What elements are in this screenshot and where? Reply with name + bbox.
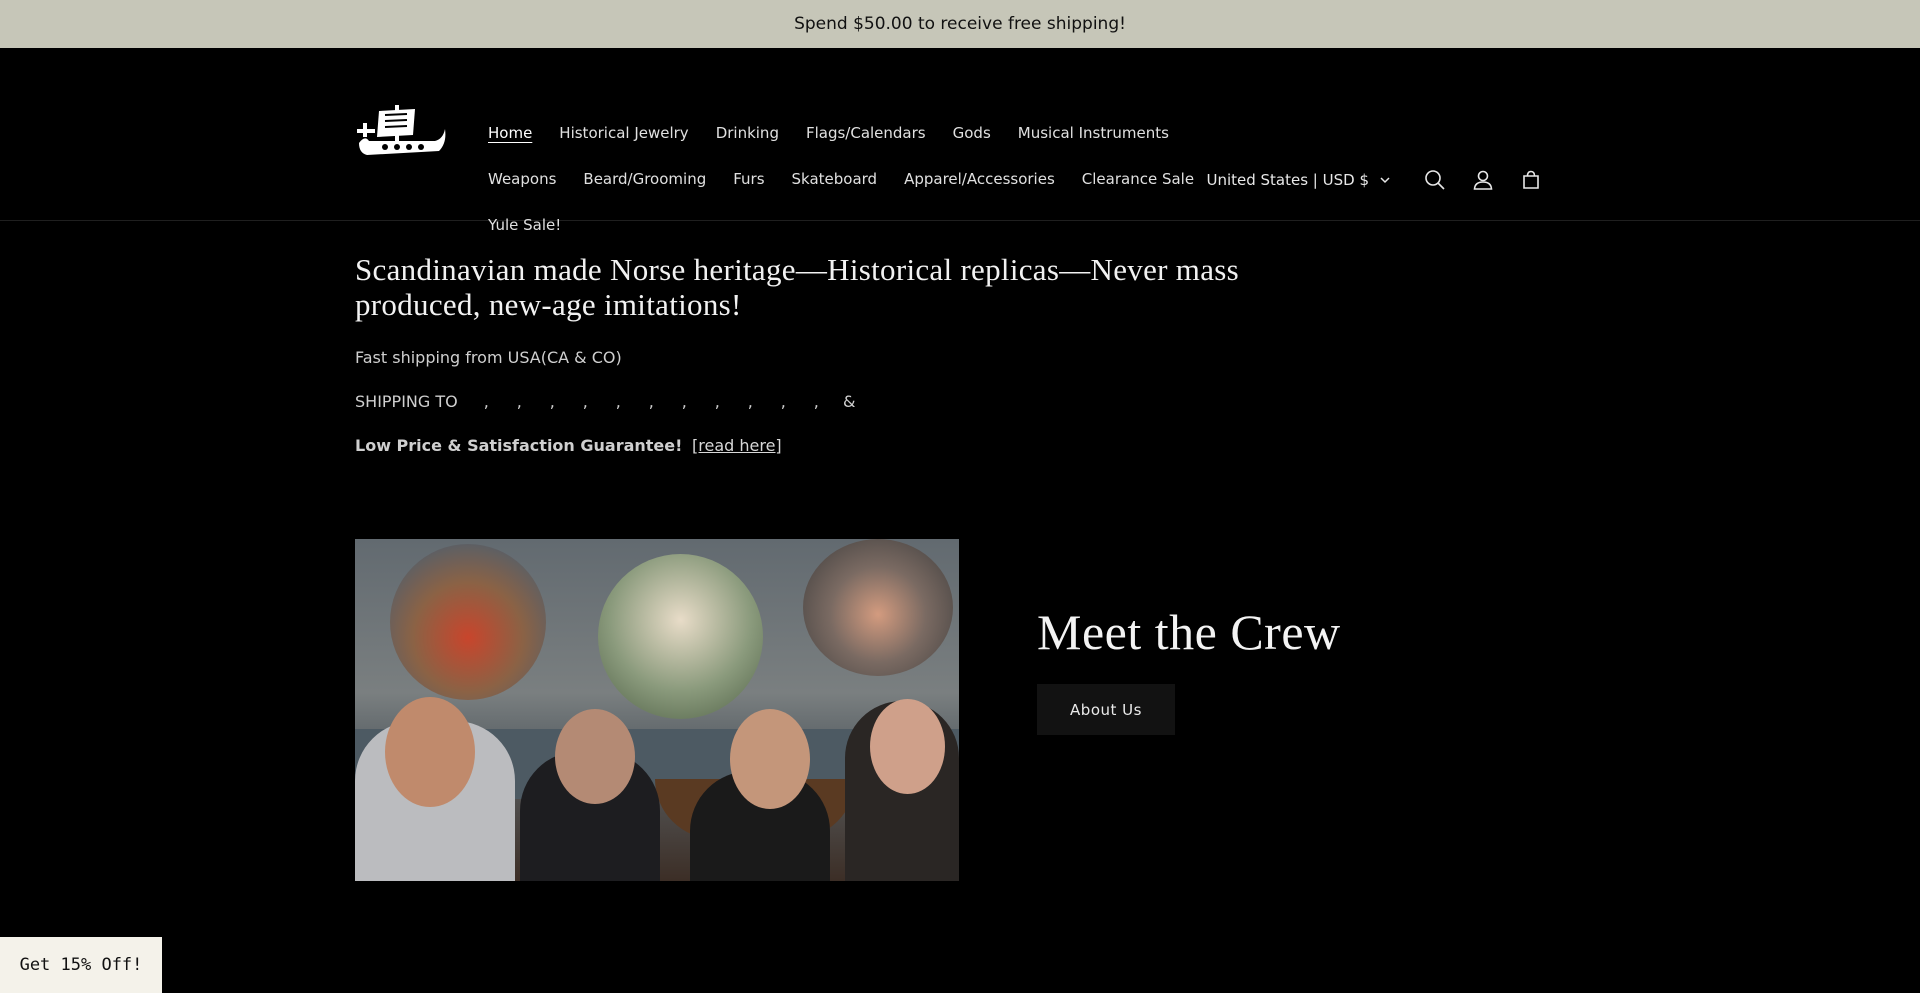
flag-separator: , xyxy=(615,392,621,411)
crew-portrait-circle xyxy=(390,544,546,700)
nav-item-weapons[interactable]: Weapons xyxy=(488,168,556,190)
nav-row-3: Yule Sale! xyxy=(488,214,588,236)
hero-heading: Scandinavian made Norse heritage—Histori… xyxy=(355,252,1240,322)
crew-member-face xyxy=(385,697,475,807)
read-here-link[interactable]: [read here] xyxy=(692,436,782,455)
viking-ship-logo[interactable] xyxy=(355,99,447,164)
meet-crew-heading: Meet the Crew xyxy=(1037,604,1341,660)
nav-item-apparel-accessories[interactable]: Apparel/Accessories xyxy=(904,168,1055,190)
search-icon xyxy=(1425,170,1445,190)
locale-label: United States | USD $ xyxy=(1206,171,1369,189)
chevron-down-icon xyxy=(1380,177,1390,184)
nav-item-drinking[interactable]: Drinking xyxy=(716,122,779,144)
crew-collage-image xyxy=(355,539,959,881)
nav-item-musical-instruments[interactable]: Musical Instruments xyxy=(1018,122,1169,144)
country-flags: , , , , , , , , , , , & xyxy=(470,392,866,411)
guarantee-line: Low Price & Satisfaction Guarantee! [rea… xyxy=(355,436,1255,455)
flag-separator: & xyxy=(843,392,856,411)
guarantee-text: Low Price & Satisfaction Guarantee! xyxy=(355,436,683,455)
account-icon xyxy=(1473,170,1493,190)
nav-row-2: Weapons Beard/Grooming Furs Skateboard A… xyxy=(488,168,1221,190)
nav-item-yule-sale[interactable]: Yule Sale! xyxy=(488,214,561,236)
nav-item-clearance-sale[interactable]: Clearance Sale xyxy=(1082,168,1194,190)
crew-member-face xyxy=(555,709,635,804)
discount-popup-button[interactable]: Get 15% Off! xyxy=(0,937,162,993)
flag-separator: , xyxy=(483,392,489,411)
locale-selector[interactable]: United States | USD $ xyxy=(1206,171,1391,189)
hero-section: Scandinavian made Norse heritage—Histori… xyxy=(355,252,1255,455)
flag-separator: , xyxy=(780,392,786,411)
flag-separator: , xyxy=(582,392,588,411)
nav-item-flags-calendars[interactable]: Flags/Calendars xyxy=(806,122,926,144)
shipping-to-line: SHIPPING TO , , , , , , , , , , , & xyxy=(355,392,1255,411)
announcement-text: Spend $50.00 to receive free shipping! xyxy=(794,14,1126,34)
crew-member-face xyxy=(870,699,945,794)
nav-row-1: Home Historical Jewelry Drinking Flags/C… xyxy=(488,122,1196,144)
header-actions: United States | USD $ xyxy=(1206,162,1555,198)
flag-separator: , xyxy=(549,392,555,411)
announcement-bar: Spend $50.00 to receive free shipping! xyxy=(0,0,1920,48)
flag-separator: , xyxy=(813,392,819,411)
flag-separator: , xyxy=(747,392,753,411)
flag-separator: , xyxy=(714,392,720,411)
crew-member-face xyxy=(730,709,810,809)
site-header: Home Historical Jewelry Drinking Flags/C… xyxy=(0,48,1920,234)
nav-item-beard-grooming[interactable]: Beard/Grooming xyxy=(583,168,706,190)
nav-item-gods[interactable]: Gods xyxy=(953,122,991,144)
logo-icon xyxy=(357,105,446,155)
nav-item-furs[interactable]: Furs xyxy=(733,168,764,190)
shipping-origin-text: Fast shipping from USA(CA & CO) xyxy=(355,348,622,367)
nav-item-skateboard[interactable]: Skateboard xyxy=(792,168,878,190)
cart-icon xyxy=(1523,170,1539,189)
flag-separator: , xyxy=(681,392,687,411)
flag-separator: , xyxy=(648,392,654,411)
account-button[interactable] xyxy=(1459,162,1507,198)
about-us-button[interactable]: About Us xyxy=(1037,684,1175,735)
nav-item-historical-jewelry[interactable]: Historical Jewelry xyxy=(559,122,688,144)
search-button[interactable] xyxy=(1411,162,1459,198)
shipping-to-label: SHIPPING TO xyxy=(355,392,458,411)
cart-button[interactable] xyxy=(1507,162,1555,198)
crew-portrait-circle xyxy=(598,554,763,719)
flag-separator: , xyxy=(516,392,522,411)
nav-item-home[interactable]: Home xyxy=(488,122,532,144)
crew-portrait-circle xyxy=(803,539,953,676)
